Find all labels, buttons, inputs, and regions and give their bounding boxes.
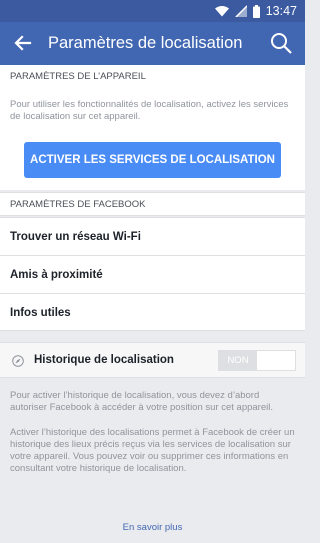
- location-history-info-1: Pour activer l’historique de localisatio…: [10, 390, 273, 413]
- app-bar: Paramètres de localisation: [0, 22, 305, 65]
- activate-location-services-button[interactable]: ACTIVER LES SERVICES DE LOCALISATION: [24, 142, 281, 178]
- status-time: 13:47: [265, 4, 297, 18]
- list-item-nearby-friends[interactable]: Amis à proximité: [0, 255, 305, 293]
- device-settings-block: Pour utiliser les fonctionnalités de loc…: [0, 88, 305, 190]
- signal-icon: [234, 5, 247, 17]
- location-history-label: Historique de localisation: [34, 354, 174, 366]
- wifi-icon: [214, 5, 229, 16]
- toggle-state-label: NON: [219, 351, 257, 370]
- location-history-info-2: Activer l’historique des localisations p…: [10, 427, 295, 474]
- list-item-wifi[interactable]: Trouver un réseau Wi-Fi: [0, 217, 305, 255]
- battery-icon: [252, 4, 260, 18]
- page-title: Paramètres de localisation: [48, 34, 243, 52]
- list-item-useful-info[interactable]: Infos utiles: [0, 293, 305, 331]
- status-icons: 13:47: [214, 3, 297, 19]
- device-settings-description: Pour utiliser les fonctionnalités de loc…: [10, 99, 289, 122]
- compass-icon: [12, 355, 24, 367]
- device-settings-header: PARAMÈTRES DE L’APPAREIL: [0, 65, 305, 89]
- location-history-row: Historique de localisation NON: [0, 342, 305, 378]
- back-arrow-icon[interactable]: [12, 32, 34, 54]
- location-history-toggle[interactable]: NON: [218, 350, 296, 371]
- learn-more-link[interactable]: En savoir plus: [0, 522, 305, 533]
- search-icon[interactable]: [269, 31, 293, 55]
- facebook-settings-header: PARAMÈTRES DE FACEBOOK: [0, 192, 305, 216]
- status-bar: 13:47: [0, 0, 305, 22]
